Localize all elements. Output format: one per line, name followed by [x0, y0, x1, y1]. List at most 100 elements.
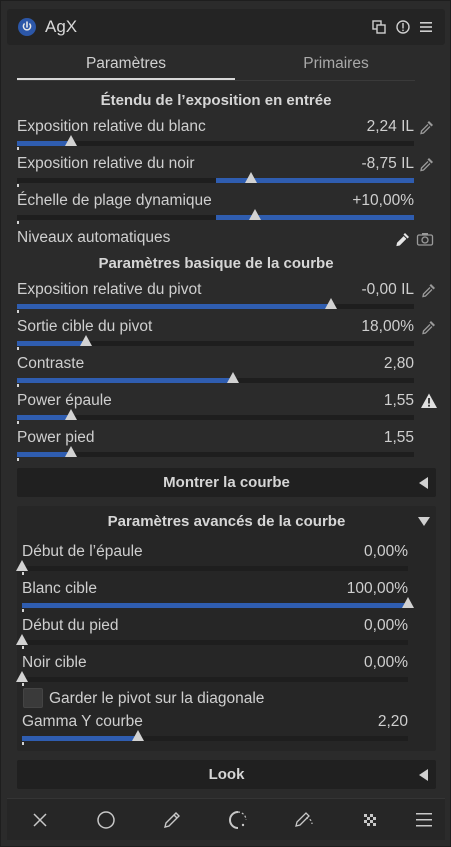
curve-gamma-tick: [22, 742, 24, 745]
dynamic-range-scale-slider[interactable]: Échelle de plage dynamique +10,00%: [17, 192, 414, 226]
target-black-handle[interactable]: [16, 671, 28, 682]
pivot-exposure-track[interactable]: [17, 304, 414, 309]
shoulder-start-track[interactable]: [22, 566, 408, 571]
look-label: Look: [208, 766, 245, 783]
color-picker-icon[interactable]: [419, 280, 439, 300]
toe-start-label: Début du pied: [22, 617, 119, 634]
warning-icon: [419, 391, 439, 411]
pivot-target-output-fill: [17, 341, 87, 346]
pivot-exposure-handle[interactable]: [324, 298, 337, 309]
pivot-target-output-handle[interactable]: [80, 335, 93, 346]
target-black-track[interactable]: [22, 677, 408, 682]
white-exposure-handle[interactable]: [64, 135, 77, 146]
dynamic-range-scale-track[interactable]: [17, 215, 414, 220]
shoulder-power-handle[interactable]: [64, 409, 77, 420]
collapse-arrow-icon[interactable]: [419, 477, 428, 489]
target-white-slider[interactable]: Blanc cible 100,00%: [22, 580, 414, 614]
black-exposure-handle[interactable]: [245, 172, 258, 183]
dynamic-range-scale-label: Échelle de plage dynamique: [17, 192, 212, 209]
auto-levels-label: Niveaux automatiques: [17, 229, 171, 246]
presets-icon[interactable]: [418, 19, 434, 35]
circle-mask-icon[interactable]: [95, 809, 117, 831]
contrast-slider[interactable]: Contraste 2,80: [17, 355, 414, 389]
pivot-exposure-fill: [17, 304, 331, 309]
advanced-section-title[interactable]: Paramètres avancés de la courbe: [17, 513, 436, 530]
toe-power-handle[interactable]: [64, 446, 77, 457]
contrast-track[interactable]: [17, 378, 414, 383]
pivot-target-output-label: Sortie cible du pivot: [17, 318, 153, 335]
pivot-target-output-slider[interactable]: Sortie cible du pivot 18,00%: [17, 318, 414, 352]
dynamic-range-scale-value[interactable]: +10,00%: [352, 192, 414, 210]
power-icon[interactable]: [18, 18, 36, 36]
toe-power-value[interactable]: 1,55: [384, 429, 414, 447]
expand-arrow-icon[interactable]: [418, 517, 430, 526]
shoulder-start-value[interactable]: 0,00%: [364, 543, 408, 561]
black-exposure-tick: [17, 184, 19, 187]
color-picker-icon[interactable]: [417, 117, 437, 137]
target-black-slider[interactable]: Noir cible 0,00%: [16, 654, 408, 688]
curve-gamma-track[interactable]: [22, 736, 408, 741]
toe-start-slider[interactable]: Début du pied 0,00%: [16, 617, 408, 651]
keep-pivot-diagonal-label[interactable]: Garder le pivot sur la diagonale: [49, 690, 264, 708]
tab-separator: [17, 80, 415, 81]
toe-start-track[interactable]: [22, 640, 408, 645]
tab-parametres[interactable]: Paramètres: [17, 55, 235, 73]
target-black-tick: [22, 683, 24, 686]
toe-power-slider[interactable]: Power pied 1,55: [17, 429, 414, 463]
blend-options-icon[interactable]: [413, 809, 435, 831]
white-exposure-value[interactable]: 2,24 IL: [367, 118, 414, 136]
black-exposure-value[interactable]: -8,75 IL: [361, 155, 414, 173]
white-exposure-slider[interactable]: Exposition relative du blanc 2,24 IL: [17, 118, 414, 152]
black-exposure-track[interactable]: [17, 178, 414, 183]
multi-instance-icon[interactable]: [371, 19, 387, 35]
black-exposure-label: Exposition relative du noir: [17, 155, 195, 172]
drawn-mask-icon[interactable]: [161, 809, 183, 831]
toe-power-tick: [17, 458, 19, 461]
dynamic-range-scale-handle[interactable]: [249, 209, 262, 220]
curve-gamma-handle[interactable]: [131, 730, 144, 741]
color-picker-icon[interactable]: [393, 229, 413, 249]
shoulder-power-slider[interactable]: Power épaule 1,55: [17, 392, 414, 426]
shoulder-start-slider[interactable]: Début de l’épaule 0,00%: [16, 543, 408, 577]
target-white-track[interactable]: [22, 603, 408, 608]
look-section[interactable]: Look: [17, 760, 436, 789]
contrast-handle[interactable]: [227, 372, 240, 383]
reset-icon[interactable]: [395, 19, 411, 35]
pivot-target-output-value[interactable]: 18,00%: [361, 318, 414, 336]
blend-toolbar: [7, 798, 445, 840]
parametric-mask-icon[interactable]: [227, 809, 249, 831]
toe-start-handle[interactable]: [16, 634, 28, 645]
keep-pivot-diagonal-checkbox[interactable]: [23, 688, 43, 708]
pivot-exposure-slider[interactable]: Exposition relative du pivot -0,00 IL: [17, 281, 414, 315]
pivot-exposure-value[interactable]: -0,00 IL: [361, 281, 414, 299]
module-header[interactable]: AgX: [7, 9, 445, 45]
target-white-handle[interactable]: [402, 597, 414, 608]
shoulder-start-handle[interactable]: [16, 560, 28, 571]
contrast-tick: [17, 384, 19, 387]
collapse-arrow-icon[interactable]: [419, 769, 428, 781]
curve-gamma-slider[interactable]: Gamma Y courbe 2,20: [22, 713, 408, 747]
shoulder-start-label: Début de l’épaule: [22, 543, 143, 560]
pivot-exposure-tick: [17, 310, 19, 313]
drawn-parametric-mask-icon[interactable]: [293, 809, 315, 831]
target-white-value[interactable]: 100,00%: [347, 580, 408, 598]
tab-primaires[interactable]: Primaires: [227, 55, 445, 73]
pivot-target-output-track[interactable]: [17, 341, 414, 346]
color-picker-icon[interactable]: [417, 154, 437, 174]
camera-icon[interactable]: [415, 229, 435, 249]
show-curve-section[interactable]: Montrer la courbe: [17, 468, 436, 497]
curve-gamma-value[interactable]: 2,20: [378, 713, 408, 731]
target-black-value[interactable]: 0,00%: [364, 654, 408, 672]
module-name: AgX: [45, 17, 78, 36]
close-icon[interactable]: [29, 809, 51, 831]
raster-mask-icon[interactable]: [359, 809, 381, 831]
toe-start-value[interactable]: 0,00%: [364, 617, 408, 635]
contrast-value[interactable]: 2,80: [384, 355, 414, 373]
color-picker-icon[interactable]: [419, 317, 439, 337]
target-white-label: Blanc cible: [22, 580, 97, 597]
shoulder-power-tick: [17, 421, 19, 424]
shoulder-power-value[interactable]: 1,55: [384, 392, 414, 410]
black-exposure-slider[interactable]: Exposition relative du noir -8,75 IL: [17, 155, 414, 189]
dynamic-range-scale-fill: [215, 215, 414, 220]
section-title-exposure: Étendu de l’exposition en entrée: [100, 92, 332, 109]
